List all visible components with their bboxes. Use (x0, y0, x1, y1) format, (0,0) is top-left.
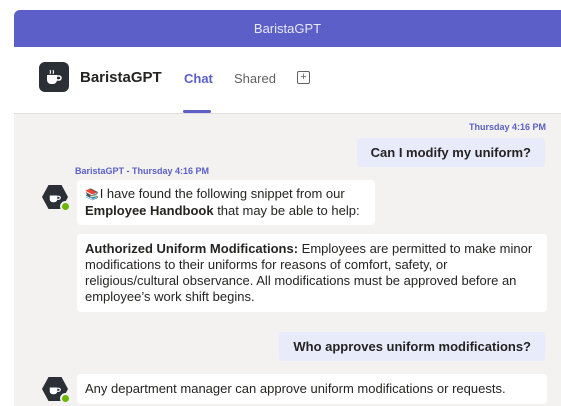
bot-avatar (42, 184, 71, 212)
tab-shared[interactable]: Shared (234, 71, 276, 86)
user-message: Can I modify my uniform? (356, 138, 545, 167)
coffee-cup-icon (49, 195, 61, 203)
message-text: Who approves uniform modifications? (293, 339, 531, 354)
chat-header: BaristaGPT Chat Shared + (14, 47, 561, 114)
online-status-icon (60, 201, 71, 212)
coffee-cup-icon (47, 69, 62, 84)
intro-text: I have found the following snippet from … (99, 186, 345, 201)
coffee-cup-icon (49, 387, 61, 395)
title-bar: BaristaGPT (14, 10, 561, 47)
handbook-name: Employee Handbook (85, 203, 214, 218)
snippet-title: Authorized Uniform Modifications: (85, 241, 299, 256)
chat-pane: Thursday 4:16 PM Can I modify my uniform… (14, 114, 561, 406)
bot-avatar (42, 376, 71, 404)
app-name: BaristaGPT (80, 69, 162, 86)
intro-text-end: that may be able to help: (213, 203, 360, 218)
active-tab-indicator (183, 110, 211, 113)
online-status-icon (60, 393, 71, 404)
barista-app-icon (39, 62, 69, 92)
books-icon: 📚 (85, 189, 99, 201)
teams-window: BaristaGPT BaristaGPT Chat Shared + Thur… (14, 10, 561, 406)
message-text: Can I modify my uniform? (370, 145, 531, 160)
message-timestamp: Thursday 4:16 PM (468, 122, 546, 132)
user-message: Who approves uniform modifications? (279, 332, 545, 361)
bot-message-answer: Any department manager can approve unifo… (77, 374, 547, 404)
bot-message-snippet: Authorized Uniform Modifications: Employ… (77, 234, 547, 312)
bot-sender-line: BaristaGPT - Thursday 4:16 PM (75, 166, 210, 176)
add-tab-button[interactable]: + (297, 71, 310, 84)
bot-message-intro: 📚I have found the following snippet from… (77, 180, 375, 225)
window-title: BaristaGPT (253, 21, 322, 36)
tab-chat[interactable]: Chat (184, 71, 213, 86)
message-text: Any department manager can approve unifo… (85, 381, 506, 396)
